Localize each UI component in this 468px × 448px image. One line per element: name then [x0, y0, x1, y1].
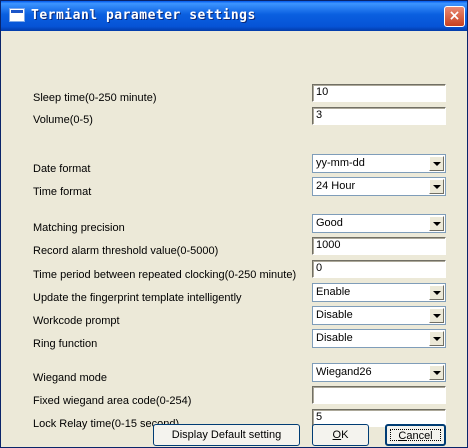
- date-format-label: Date format: [33, 163, 91, 175]
- date-format-select[interactable]: yy-mm-dd: [312, 154, 446, 173]
- repeat-clocking-input[interactable]: 0: [312, 260, 446, 278]
- title-bar[interactable]: Termianl parameter settings ×: [1, 1, 467, 31]
- workcode-prompt-select[interactable]: Disable: [312, 306, 446, 325]
- record-alarm-input[interactable]: 1000: [312, 237, 446, 255]
- chevron-down-icon[interactable]: [429, 365, 444, 380]
- chevron-down-icon[interactable]: [429, 308, 444, 323]
- ring-function-label: Ring function: [33, 338, 98, 350]
- chevron-down-icon[interactable]: [429, 156, 444, 171]
- time-format-label: Time format: [33, 186, 92, 198]
- matching-precision-select[interactable]: Good: [312, 214, 446, 233]
- update-template-label: Update the fingerprint template intellig…: [33, 292, 242, 304]
- matching-precision-label: Matching precision: [33, 222, 125, 234]
- sleep-time-label: Sleep time(0-250 minute): [33, 92, 157, 104]
- volume-label: Volume(0-5): [33, 114, 93, 126]
- ok-button[interactable]: OK: [312, 424, 369, 446]
- parameter-settings-dialog: Termianl parameter settings × Sleep time…: [0, 0, 468, 448]
- window-icon: [9, 8, 25, 22]
- chevron-down-icon[interactable]: [429, 216, 444, 231]
- close-button[interactable]: ×: [444, 6, 465, 27]
- wiegand-mode-value: Wiegand26: [316, 366, 372, 378]
- wiegand-area-label: Fixed wiegand area code(0-254): [33, 395, 192, 407]
- matching-precision-value: Good: [316, 217, 343, 229]
- sleep-time-input[interactable]: 10: [312, 84, 446, 102]
- ring-function-value: Disable: [316, 332, 353, 344]
- display-default-button[interactable]: Display Default setting: [153, 424, 300, 446]
- ring-function-select[interactable]: Disable: [312, 329, 446, 348]
- ok-label-rest: K: [341, 429, 349, 441]
- time-format-value: 24 Hour: [316, 180, 356, 192]
- wiegand-mode-label: Wiegand mode: [33, 372, 107, 384]
- workcode-prompt-label: Workcode prompt: [33, 315, 120, 327]
- chevron-down-icon[interactable]: [429, 179, 444, 194]
- record-alarm-label: Record alarm threshold value(0-5000): [33, 245, 219, 257]
- ok-mnemonic: O: [332, 429, 342, 441]
- focus-rect: [390, 429, 441, 441]
- chevron-down-icon[interactable]: [429, 285, 444, 300]
- repeat-clocking-label: Time period between repeated clocking(0-…: [33, 269, 297, 281]
- cancel-button[interactable]: Cancel: [385, 424, 446, 446]
- update-template-select[interactable]: Enable: [312, 283, 446, 302]
- time-format-select[interactable]: 24 Hour: [312, 177, 446, 196]
- wiegand-mode-select[interactable]: Wiegand26: [312, 363, 446, 382]
- volume-input[interactable]: 3: [312, 107, 446, 125]
- window-title: Termianl parameter settings: [31, 8, 256, 23]
- workcode-prompt-value: Disable: [316, 309, 353, 321]
- update-template-value: Enable: [316, 286, 351, 298]
- wiegand-area-input[interactable]: [312, 386, 446, 404]
- date-format-value: yy-mm-dd: [316, 157, 365, 169]
- chevron-down-icon[interactable]: [429, 331, 444, 346]
